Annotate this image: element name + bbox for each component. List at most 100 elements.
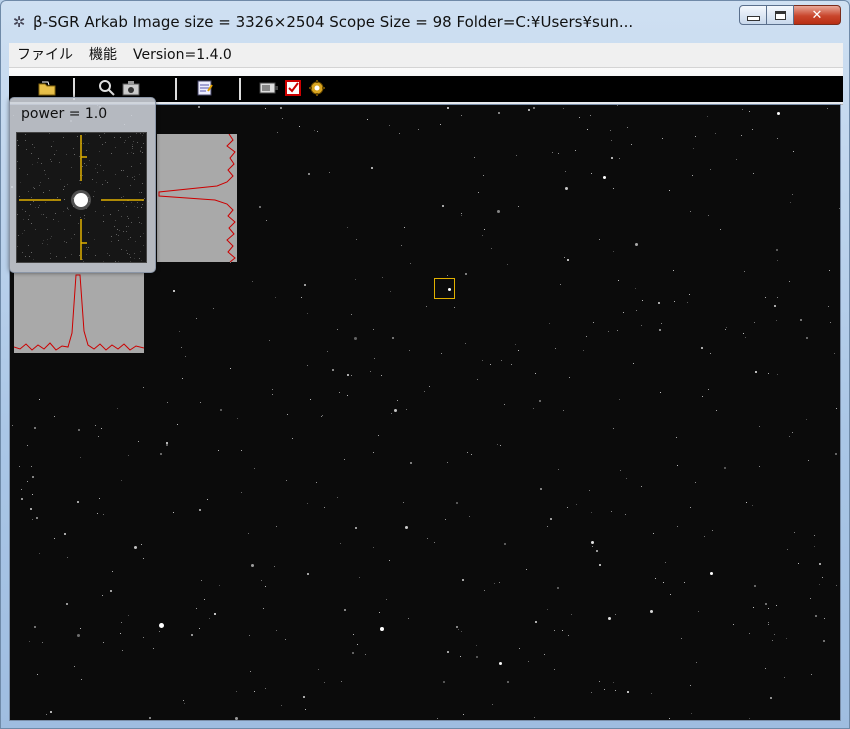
star bbox=[690, 507, 691, 508]
star bbox=[181, 347, 182, 348]
star bbox=[390, 291, 391, 292]
star bbox=[777, 112, 780, 115]
edit-document-icon[interactable] bbox=[195, 78, 215, 98]
noise-pixel bbox=[26, 149, 27, 150]
noise-pixel bbox=[118, 261, 119, 262]
star bbox=[827, 108, 828, 109]
noise-pixel bbox=[70, 215, 71, 216]
noise-pixel bbox=[94, 191, 95, 192]
star bbox=[167, 402, 168, 403]
star bbox=[641, 325, 642, 326]
star bbox=[427, 538, 428, 539]
star bbox=[617, 105, 618, 106]
star bbox=[121, 480, 122, 481]
star bbox=[324, 507, 325, 508]
noise-pixel bbox=[41, 163, 42, 164]
zoom-icon[interactable] bbox=[97, 78, 117, 98]
star bbox=[611, 511, 612, 512]
star bbox=[651, 693, 652, 694]
noise-pixel bbox=[48, 178, 49, 179]
star bbox=[547, 609, 548, 610]
noise-pixel bbox=[18, 235, 19, 236]
noise-pixel bbox=[103, 261, 104, 262]
noise-pixel bbox=[17, 140, 18, 141]
star bbox=[754, 322, 755, 323]
star bbox=[280, 107, 282, 109]
menu-function[interactable]: 機能 bbox=[81, 43, 125, 67]
noise-pixel bbox=[139, 192, 140, 193]
menu-version[interactable]: Version=1.4.0 bbox=[125, 43, 240, 67]
noise-pixel bbox=[82, 175, 83, 176]
star bbox=[658, 302, 660, 304]
noise-pixel bbox=[115, 220, 116, 221]
star bbox=[631, 144, 632, 145]
selected-star-marker[interactable] bbox=[434, 278, 455, 299]
star bbox=[305, 709, 306, 710]
noise-pixel bbox=[42, 243, 43, 244]
settings-gear-icon[interactable] bbox=[307, 78, 327, 98]
star bbox=[720, 229, 721, 230]
star bbox=[357, 644, 358, 645]
star bbox=[382, 277, 383, 278]
camera-icon[interactable] bbox=[121, 78, 141, 98]
star bbox=[497, 210, 500, 213]
star bbox=[599, 564, 601, 566]
noise-pixel bbox=[141, 260, 142, 261]
open-folder-icon[interactable] bbox=[37, 78, 57, 98]
star bbox=[636, 310, 637, 311]
star bbox=[214, 613, 216, 615]
noise-pixel bbox=[54, 154, 55, 155]
maximize-button[interactable] bbox=[767, 5, 794, 25]
star bbox=[251, 564, 254, 567]
noise-pixel bbox=[65, 257, 66, 258]
star bbox=[777, 374, 778, 375]
noise-pixel bbox=[140, 150, 141, 151]
noise-pixel bbox=[22, 252, 23, 253]
star bbox=[199, 509, 201, 511]
star bbox=[701, 347, 703, 349]
noise-pixel bbox=[126, 231, 127, 232]
star bbox=[822, 577, 823, 578]
noise-pixel bbox=[29, 256, 30, 257]
noise-pixel bbox=[84, 163, 85, 164]
star bbox=[143, 387, 144, 388]
noise-pixel bbox=[30, 204, 31, 205]
star bbox=[308, 173, 310, 175]
checkbox-icon[interactable] bbox=[283, 78, 303, 98]
star bbox=[443, 681, 445, 683]
star bbox=[589, 490, 590, 491]
app-icon[interactable]: ✲ bbox=[10, 13, 28, 31]
star bbox=[97, 513, 98, 514]
noise-pixel bbox=[117, 229, 118, 230]
star bbox=[374, 358, 375, 359]
noise-pixel bbox=[127, 216, 128, 217]
star bbox=[27, 481, 28, 482]
noise-pixel bbox=[86, 150, 87, 151]
star bbox=[248, 533, 249, 534]
star bbox=[183, 700, 184, 701]
star bbox=[458, 629, 459, 630]
star bbox=[749, 111, 750, 112]
star bbox=[618, 280, 619, 281]
star bbox=[741, 135, 742, 136]
noise-pixel bbox=[29, 215, 30, 216]
star bbox=[204, 599, 205, 600]
star bbox=[501, 360, 502, 361]
noise-pixel bbox=[103, 170, 104, 171]
battery-icon[interactable] bbox=[259, 78, 279, 98]
star bbox=[182, 378, 183, 379]
noise-pixel bbox=[23, 219, 24, 220]
star bbox=[676, 437, 677, 438]
menu-file[interactable]: ファイル bbox=[9, 43, 81, 67]
star bbox=[32, 494, 33, 495]
star bbox=[341, 681, 342, 682]
noise-pixel bbox=[45, 202, 46, 203]
star-preview-panel[interactable]: power = 1.0 bbox=[9, 97, 156, 273]
noise-pixel bbox=[39, 185, 40, 186]
minimize-button[interactable] bbox=[739, 5, 767, 25]
close-button[interactable]: ✕ bbox=[794, 5, 841, 25]
star bbox=[669, 190, 670, 191]
noise-pixel bbox=[22, 233, 23, 234]
star bbox=[318, 669, 319, 670]
title-bar[interactable]: ✲ β-SGR Arkab Image size = 3326×2504 Sco… bbox=[1, 1, 849, 43]
